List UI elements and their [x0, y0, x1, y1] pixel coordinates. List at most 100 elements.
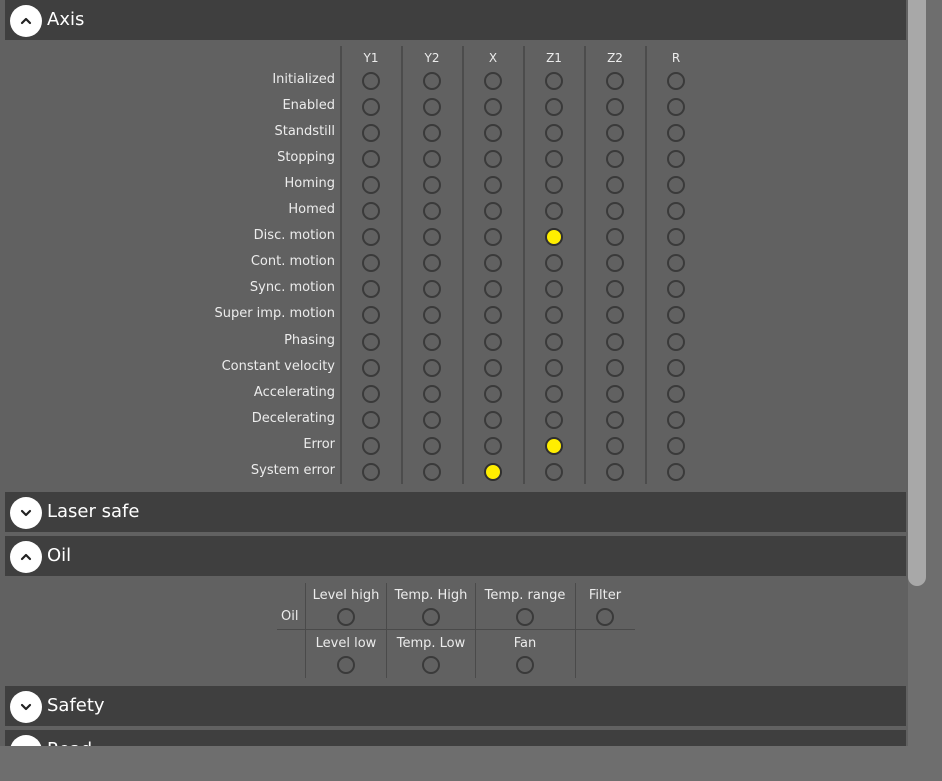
- status-led: [423, 462, 441, 481]
- status-led: [667, 410, 685, 429]
- led-oil-level-high: [337, 608, 355, 626]
- row-label: Homing: [284, 176, 336, 192]
- status-led: [423, 124, 441, 143]
- row-label: Sync. motion: [249, 280, 335, 296]
- status-led: [484, 306, 502, 325]
- section-header-laser-safe[interactable]: Laser safe: [5, 492, 906, 532]
- chevron-down-icon: [20, 509, 32, 517]
- status-led: [362, 124, 380, 143]
- status-led: [484, 150, 502, 169]
- section-header-oil[interactable]: Oil: [5, 536, 906, 576]
- status-led: [606, 358, 624, 377]
- column-divider: [523, 46, 525, 484]
- chevron-down-icon: [20, 703, 32, 711]
- status-led: [545, 228, 563, 247]
- column-header-x: X: [488, 51, 498, 65]
- status-led: [362, 202, 380, 221]
- status-led: [545, 72, 563, 90]
- status-led: [423, 72, 441, 90]
- row-label: Constant velocity: [221, 358, 335, 374]
- expand-safety-button[interactable]: [10, 691, 42, 723]
- status-led: [423, 228, 441, 247]
- status-led: [606, 72, 624, 90]
- status-led: [606, 202, 624, 221]
- status-led: [606, 332, 624, 351]
- expand-laser-safe-button[interactable]: [10, 497, 42, 529]
- axis-status-grid: Y1 Y2 X Z1 Z2 R Initialized Enabled Standstill St…: [0, 46, 908, 486]
- row-label: Standstill: [274, 124, 335, 140]
- status-led: [606, 410, 624, 429]
- oil-divider: [475, 583, 476, 678]
- status-led: [484, 332, 502, 351]
- status-led: [606, 280, 624, 299]
- status-led: [606, 176, 624, 195]
- status-led: [362, 72, 380, 90]
- oil-row-label: Oil: [281, 609, 299, 624]
- expand-next-button[interactable]: [10, 735, 42, 746]
- status-led: [484, 410, 502, 429]
- column-header-y2: Y2: [424, 51, 440, 65]
- status-led: [667, 150, 685, 169]
- status-led: [484, 462, 502, 481]
- collapse-axis-button[interactable]: [10, 5, 42, 37]
- status-led: [545, 254, 563, 273]
- section-header-next[interactable]: Read…: [5, 730, 906, 746]
- led-oil-temp-low: [422, 656, 440, 674]
- status-led: [423, 202, 441, 221]
- status-led: [362, 306, 380, 325]
- row-label: Decelerating: [251, 410, 335, 426]
- section-header-axis[interactable]: Axis: [5, 0, 906, 40]
- status-led: [606, 124, 624, 143]
- status-led: [362, 150, 380, 169]
- scrollbar-thumb[interactable]: [908, 0, 926, 586]
- status-led: [484, 384, 502, 403]
- section-title-oil: Oil: [47, 545, 72, 566]
- status-led: [545, 332, 563, 351]
- status-led: [484, 176, 502, 195]
- status-led: [545, 306, 563, 325]
- status-led: [545, 280, 563, 299]
- row-label: Error: [303, 436, 335, 452]
- status-led: [362, 98, 380, 117]
- status-led: [606, 98, 624, 117]
- section-header-safety[interactable]: Safety: [5, 686, 906, 726]
- status-led: [362, 332, 380, 351]
- row-label: Disc. motion: [253, 228, 335, 244]
- status-led: [667, 384, 685, 403]
- oil-status-table: Oil Level high Temp. High Temp. range Fi…: [0, 580, 908, 680]
- status-led: [362, 358, 380, 377]
- status-led: [667, 280, 685, 299]
- column-divider: [584, 46, 586, 484]
- led-oil-temp-high: [422, 608, 440, 626]
- oil-label-temp-low: Temp. Low: [396, 636, 466, 651]
- status-led: [667, 462, 685, 481]
- collapse-oil-button[interactable]: [10, 541, 42, 573]
- status-led: [667, 124, 685, 143]
- chevron-up-icon: [20, 17, 32, 25]
- status-led: [545, 358, 563, 377]
- section-title-laser-safe: Laser safe: [47, 501, 140, 522]
- oil-label-fan: Fan: [513, 636, 537, 651]
- oil-label-level-high: Level high: [312, 588, 380, 603]
- status-led: [484, 436, 502, 455]
- status-led: [423, 410, 441, 429]
- status-led: [484, 358, 502, 377]
- status-led: [484, 254, 502, 273]
- status-led: [545, 410, 563, 429]
- oil-label-temp-high: Temp. High: [394, 588, 468, 603]
- status-led: [423, 384, 441, 403]
- status-led: [667, 332, 685, 351]
- status-led: [667, 358, 685, 377]
- status-led: [423, 332, 441, 351]
- row-label: Enabled: [282, 98, 335, 114]
- status-led: [362, 384, 380, 403]
- row-label: Initialized: [272, 72, 335, 87]
- column-header-r: R: [671, 51, 681, 65]
- status-led: [423, 98, 441, 117]
- status-led: [667, 176, 685, 195]
- status-led: [667, 202, 685, 221]
- vertical-scrollbar[interactable]: [908, 0, 942, 746]
- oil-divider: [386, 583, 387, 678]
- led-oil-level-low: [337, 656, 355, 674]
- status-led: [606, 254, 624, 273]
